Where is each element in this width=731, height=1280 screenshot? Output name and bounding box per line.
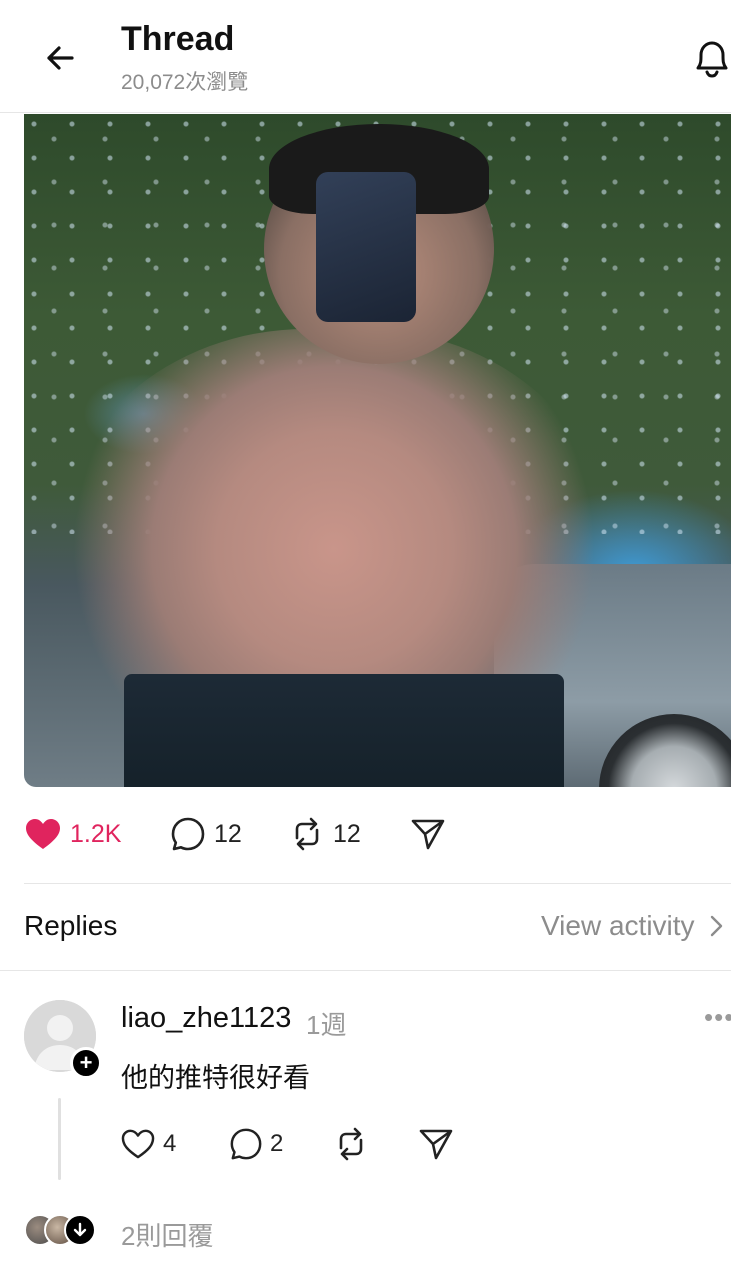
view-count: 20,072次瀏覽: [121, 71, 249, 94]
comment-count: 12: [214, 819, 242, 848]
send-icon: [411, 819, 445, 850]
heart-outline-icon: [121, 1129, 155, 1159]
repost-icon: [295, 817, 319, 851]
reply-like-count: 4: [163, 1130, 177, 1157]
reply-share-button[interactable]: [418, 1122, 454, 1166]
send-icon: [419, 1129, 453, 1160]
header-divider: [0, 112, 731, 113]
repost-count: 12: [333, 819, 361, 848]
replies-divider: [0, 970, 731, 971]
reply-like-button[interactable]: 4: [120, 1122, 176, 1166]
follow-button[interactable]: +: [70, 1047, 102, 1079]
comment-icon: [171, 817, 205, 851]
comment-button[interactable]: 12: [170, 812, 242, 856]
reply-count-link[interactable]: 2則回覆: [121, 1216, 213, 1253]
view-activity-link[interactable]: View activity: [541, 910, 726, 942]
thread-line: [58, 1098, 61, 1180]
heart-filled-icon: [26, 819, 60, 849]
share-button[interactable]: [410, 812, 446, 856]
reply-comment-count: 2: [270, 1130, 284, 1157]
reply-comment-button[interactable]: 2: [229, 1122, 283, 1166]
chevron-right-icon: [711, 915, 723, 937]
back-button[interactable]: [38, 36, 82, 80]
repost-icon: [339, 1127, 363, 1161]
more-options-button[interactable]: •••: [704, 1002, 731, 1033]
reply-text: 他的推特很好看: [121, 1063, 310, 1093]
bell-icon: [696, 41, 728, 78]
replies-heading: Replies: [24, 910, 118, 941]
actions-divider: [24, 883, 731, 884]
page-title: Thread: [121, 20, 235, 58]
pants-shape: [124, 674, 564, 787]
phone-shape: [316, 172, 416, 322]
arrow-down-icon: [73, 1222, 87, 1237]
reply-repost-button[interactable]: [333, 1122, 369, 1166]
arrow-left-icon: [47, 46, 74, 70]
plus-icon: +: [79, 1050, 93, 1075]
like-count: 1.2K: [70, 819, 122, 848]
like-button[interactable]: 1.2K: [24, 812, 121, 856]
expand-replies-button[interactable]: [64, 1214, 96, 1246]
post-image[interactable]: [24, 114, 731, 787]
reply-username[interactable]: liao_zhe1123: [121, 1002, 291, 1035]
notifications-button[interactable]: [688, 34, 731, 82]
comment-icon: [230, 1128, 262, 1160]
repost-button[interactable]: 12: [289, 812, 361, 856]
reply-timestamp: 1週: [306, 1010, 347, 1040]
view-activity-label: View activity: [541, 910, 695, 941]
